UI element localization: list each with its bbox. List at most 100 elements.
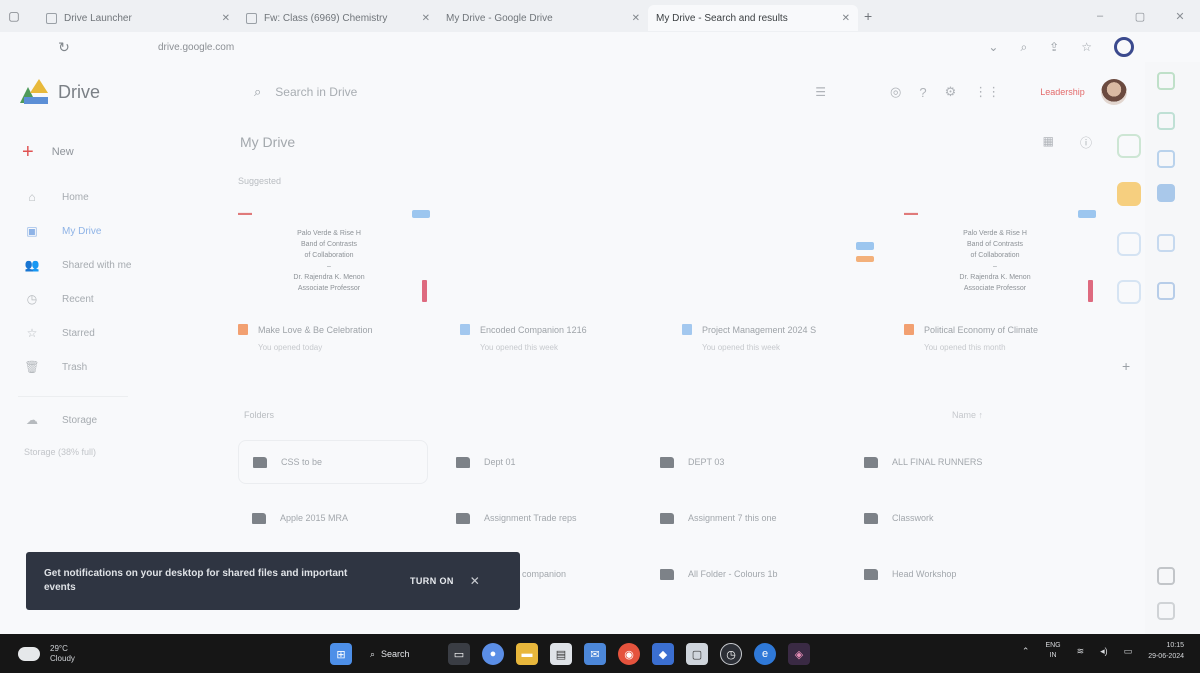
offline-icon[interactable]: ◎ xyxy=(890,84,901,100)
sidebar-item-my-drive[interactable]: ▣ My Drive xyxy=(18,214,218,248)
volume-icon[interactable]: ◂) xyxy=(1100,646,1108,657)
browser-tab-3[interactable]: My Drive - Google Drive ✕ xyxy=(438,5,648,78)
search-options-icon[interactable]: ☰ xyxy=(815,85,826,99)
page-favicon-icon xyxy=(46,12,57,24)
hide-panel-icon[interactable] xyxy=(1157,567,1175,585)
sidebar-item-recent[interactable]: ◷ Recent xyxy=(18,282,218,316)
folder-item[interactable]: Assignment Trade reps xyxy=(442,496,632,540)
browser-profile-icon[interactable] xyxy=(1114,37,1134,57)
sidebar-item-home[interactable]: ⌂ Home xyxy=(18,180,218,214)
dropbox-icon[interactable]: ◆ xyxy=(652,643,674,665)
turn-on-button[interactable]: TURN ON xyxy=(410,576,454,586)
tab-close-icon[interactable]: ✕ xyxy=(622,13,640,24)
file-explorer-icon[interactable]: ▬ xyxy=(516,643,538,665)
taskbar-search[interactable]: ⌕ Search xyxy=(364,642,436,666)
search-icon[interactable]: ⌕ xyxy=(254,84,261,100)
keep-notes-icon[interactable] xyxy=(1117,182,1141,206)
get-addons-plus-icon[interactable]: + xyxy=(1122,358,1130,374)
apps-grid-icon[interactable]: ⋮⋮ xyxy=(974,84,1000,100)
file-thumbnail: ▬▬ Palo Verde & Rise H Band of Contrasts… xyxy=(232,210,436,320)
folders-sort-toggle[interactable]: Name ↑ xyxy=(952,410,983,420)
share-icon[interactable]: ⇪ xyxy=(1049,40,1059,54)
folder-item[interactable]: ALL FINAL RUNNERS xyxy=(850,440,1040,484)
taskbar-clock[interactable]: 10:15 29-06-2024 xyxy=(1148,640,1184,662)
download-addon-icon[interactable] xyxy=(1157,282,1175,300)
wifi-icon[interactable]: ≋ xyxy=(1077,646,1085,657)
help-icon[interactable]: ? xyxy=(919,85,926,100)
contacts-icon[interactable] xyxy=(1117,280,1141,304)
chrome-icon[interactable]: ◉ xyxy=(618,643,640,665)
user-avatar[interactable] xyxy=(1100,79,1127,105)
battery-icon[interactable]: ▭ xyxy=(1124,646,1133,657)
folder-item[interactable]: Apple 2015 MRA xyxy=(238,496,428,540)
app-icon[interactable]: ◈ xyxy=(788,643,810,665)
drive-search-bar[interactable]: ⌕ ☰ xyxy=(240,72,840,112)
minimize-icon[interactable]: – xyxy=(1080,10,1120,23)
drive-search-input[interactable] xyxy=(275,85,776,99)
suggested-section-label: Suggested xyxy=(238,176,282,186)
grid-view-icon[interactable]: ▦ xyxy=(1043,134,1054,151)
sidebar-item-starred[interactable]: ☆ Starred xyxy=(18,316,218,350)
suggested-file-card[interactable]: Encoded Companion 1216 You opened this w… xyxy=(454,210,658,370)
browser-tab-1[interactable]: Drive Launcher ✕ xyxy=(38,5,238,31)
details-info-icon[interactable]: ⓘ xyxy=(1080,134,1092,151)
url-field[interactable]: drive.google.com xyxy=(158,42,234,53)
tasks-icon[interactable] xyxy=(1117,232,1141,256)
new-tab-plus-icon[interactable]: + xyxy=(864,8,872,24)
taskbar-apps: ⊞ ⌕ Search ▭ ● ▬ ▤ ✉ ◉ ◆ ▢ ◷ e ◈ xyxy=(330,642,810,666)
window-menu-icon[interactable]: ▢ xyxy=(0,0,28,32)
file-thumbnail xyxy=(676,210,880,320)
mail-icon[interactable]: ✉ xyxy=(584,643,606,665)
reload-icon[interactable]: ↻ xyxy=(50,39,78,56)
sheets-addon-icon[interactable] xyxy=(1117,134,1141,158)
maximize-icon[interactable]: ▢ xyxy=(1120,10,1160,23)
folder-name: DEPT 03 xyxy=(688,457,725,467)
new-button[interactable]: + New xyxy=(18,132,218,172)
weather-widget[interactable]: 29°C Cloudy xyxy=(18,644,318,664)
contacts-addon-icon[interactable] xyxy=(1157,184,1175,202)
folder-item[interactable]: Dept 01 xyxy=(442,440,632,484)
store-icon[interactable]: ▤ xyxy=(550,643,572,665)
folder-item[interactable]: CSS to be xyxy=(238,440,428,484)
expand-panel-icon[interactable] xyxy=(1157,602,1175,620)
settings-gear-icon[interactable]: ⚙ xyxy=(945,84,957,100)
browser-tab-2[interactable]: Fw: Class (6969) Chemistry ✕ xyxy=(238,5,438,31)
sidebar-item-storage[interactable]: ☁ Storage xyxy=(18,403,218,437)
folder-item[interactable]: All Folder - Colours 1b xyxy=(646,552,836,596)
edge-icon[interactable]: e xyxy=(754,643,776,665)
drive-logo[interactable]: Drive xyxy=(20,79,230,105)
start-windows-icon[interactable]: ⊞ xyxy=(330,643,352,665)
star-icon[interactable]: ☆ xyxy=(1081,40,1092,54)
folder-item[interactable]: Assignment 7 this one xyxy=(646,496,836,540)
task-view-icon[interactable]: ▭ xyxy=(448,643,470,665)
page-title[interactable]: My Drive xyxy=(240,134,1112,150)
sidebar-item-label: Starred xyxy=(62,327,95,339)
chevron-up-icon[interactable]: ⌃ xyxy=(1022,646,1030,657)
maps-addon-icon[interactable] xyxy=(1157,234,1175,252)
suggested-file-card[interactable]: ▬▬ Palo Verde & Rise H Band of Contrasts… xyxy=(898,210,1102,370)
clock-app-icon[interactable]: ◷ xyxy=(720,643,742,665)
folders-section-label: Folders xyxy=(244,410,275,420)
calendar-addon-icon[interactable] xyxy=(1157,72,1175,90)
keep-addon-icon[interactable] xyxy=(1157,112,1175,130)
language-indicator[interactable]: ENG IN xyxy=(1045,641,1060,661)
folder-item[interactable]: Head Workshop xyxy=(850,552,1040,596)
sidebar-item-trash[interactable]: 🗑 Trash xyxy=(18,350,218,384)
tab-close-icon[interactable]: ✕ xyxy=(212,13,230,24)
notepad-icon[interactable]: ▢ xyxy=(686,643,708,665)
tab-close-icon[interactable]: ✕ xyxy=(832,13,850,24)
chat-icon[interactable]: ● xyxy=(482,643,504,665)
bookmark-icon xyxy=(1088,280,1093,302)
close-icon[interactable]: ✕ xyxy=(470,574,480,588)
chevron-down-icon[interactable]: ⌄ xyxy=(988,40,998,54)
suggested-file-card[interactable]: Project Management 2024 S You opened thi… xyxy=(676,210,880,370)
window-close-icon[interactable]: ✕ xyxy=(1160,10,1200,23)
tab-close-icon[interactable]: ✕ xyxy=(412,13,430,24)
browser-tab-4[interactable]: My Drive - Search and results ✕ xyxy=(648,5,858,78)
zoom-icon[interactable]: ⌕ xyxy=(1020,40,1027,55)
folder-item[interactable]: Classwork xyxy=(850,496,1040,540)
sidebar-item-shared[interactable]: 👥 Shared with me xyxy=(18,248,218,282)
suggested-file-card[interactable]: ▬▬ Palo Verde & Rise H Band of Contrasts… xyxy=(232,210,436,370)
folder-item[interactable]: DEPT 03 xyxy=(646,440,836,484)
tasks-addon-icon[interactable] xyxy=(1157,150,1175,168)
